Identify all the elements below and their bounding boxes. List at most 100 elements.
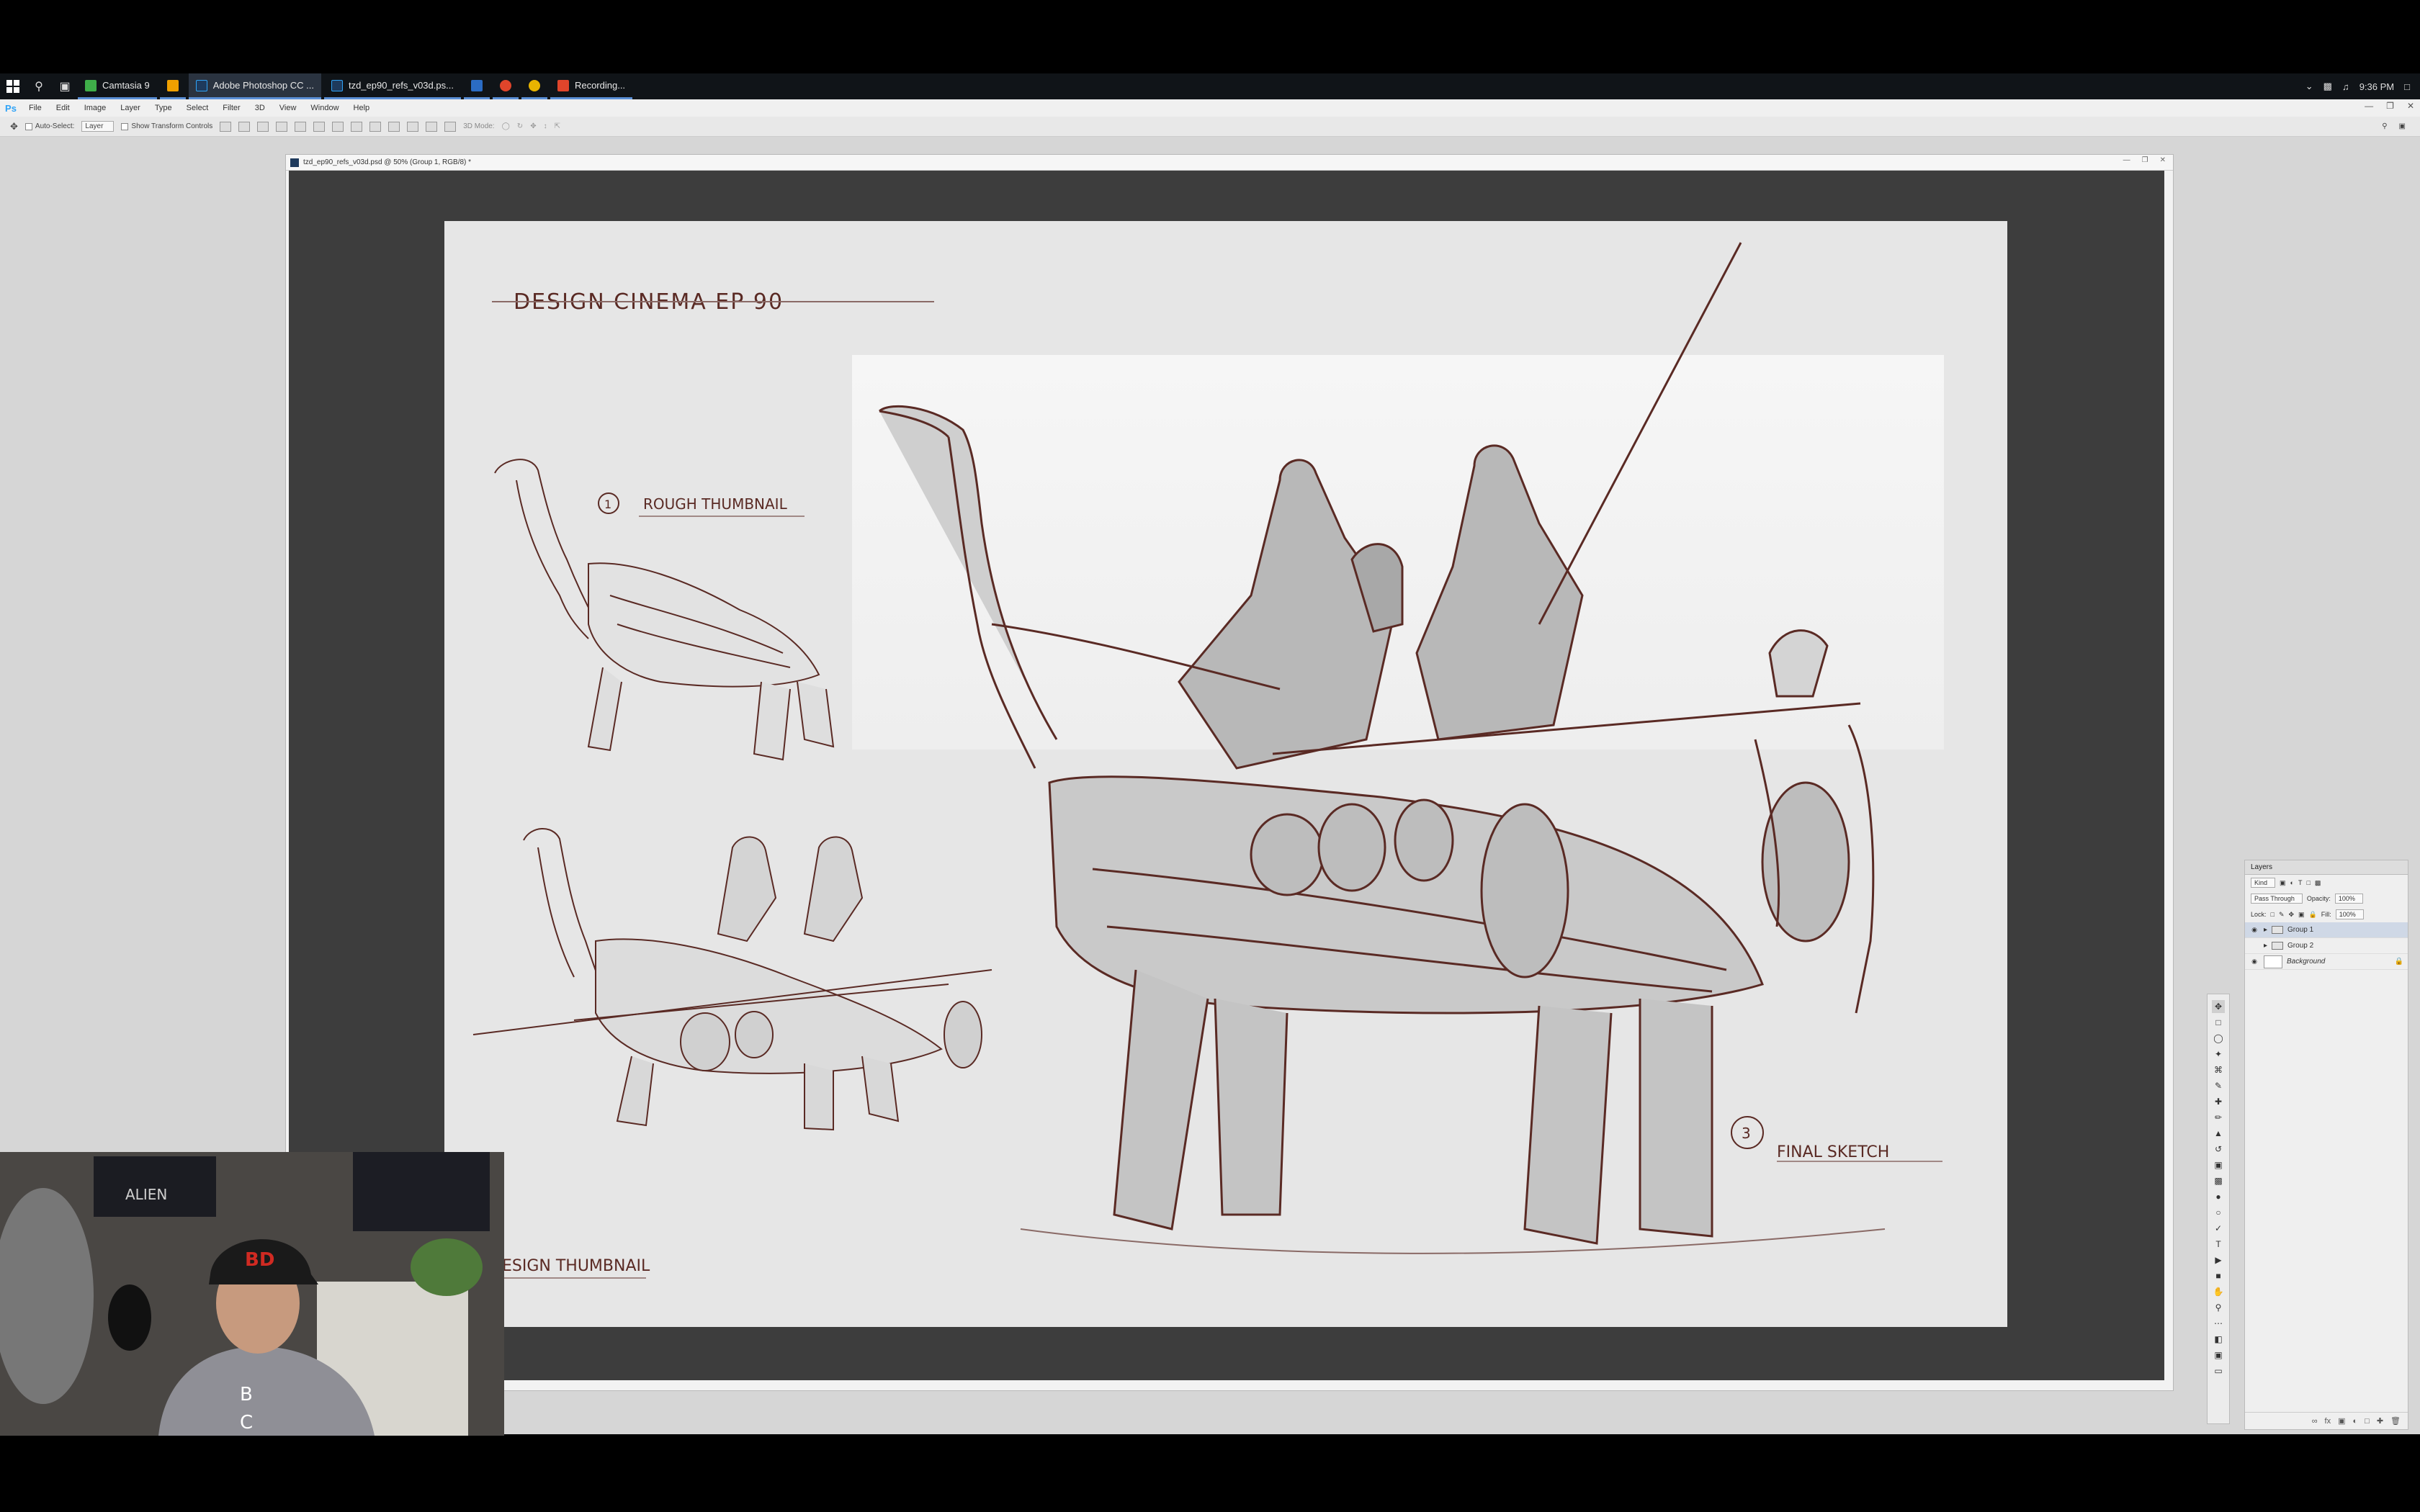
type-tool-icon[interactable]: T <box>2212 1238 2225 1251</box>
distribute-left-icon[interactable] <box>388 121 400 132</box>
new-layer-icon[interactable]: ✚ <box>2377 1416 2383 1426</box>
3d-scale-icon[interactable]: ⇱ <box>555 122 560 130</box>
menu-image[interactable]: Image <box>77 104 114 112</box>
taskbar-app-capture[interactable] <box>492 73 519 99</box>
kind-filter-dropdown[interactable]: Kind <box>2251 878 2276 888</box>
menu-type[interactable]: Type <box>148 104 179 112</box>
crop-tool-icon[interactable]: ⌘ <box>2212 1063 2225 1076</box>
minimize-icon[interactable]: — <box>2365 101 2373 111</box>
trash-icon[interactable]: 🗑 <box>2390 1416 2401 1426</box>
magic-wand-icon[interactable]: ✦ <box>2212 1048 2225 1061</box>
fill-field[interactable]: 100% <box>2335 909 2364 919</box>
path-select-icon[interactable]: ▶ <box>2212 1254 2225 1266</box>
filter-smart-icon[interactable]: ▩ <box>2315 879 2321 887</box>
move-tool-icon[interactable]: ✥ <box>10 121 18 132</box>
minimize-icon[interactable]: — <box>2123 156 2130 164</box>
taskbar-app-word[interactable] <box>463 73 490 99</box>
eye-icon[interactable]: ◉ <box>2249 958 2259 966</box>
network-icon[interactable]: ▩ <box>2323 81 2332 92</box>
lock-artboard-icon[interactable]: ▣ <box>2298 911 2305 919</box>
opacity-field[interactable]: 100% <box>2334 894 2363 904</box>
clock[interactable]: 9:36 PM <box>2360 81 2394 92</box>
history-brush-icon[interactable]: ↺ <box>2212 1143 2225 1156</box>
eye-icon[interactable]: ◉ <box>2249 926 2259 934</box>
lock-paint-icon[interactable]: ✎ <box>2279 911 2285 919</box>
expand-arrow-icon[interactable]: ▸ <box>2264 926 2267 934</box>
filter-pixel-icon[interactable]: ▣ <box>2280 879 2286 887</box>
taskbar-app-recording[interactable]: Recording... <box>550 73 633 99</box>
link-layers-icon[interactable]: ∞ <box>2312 1417 2318 1426</box>
distribute-right-icon[interactable] <box>426 121 438 132</box>
3d-pan-icon[interactable]: ✥ <box>530 122 536 130</box>
taskbar-app-photoshop[interactable]: Adobe Photoshop CC ... <box>188 73 321 99</box>
menu-file[interactable]: File <box>22 104 49 112</box>
lock-move-icon[interactable]: ✥ <box>2289 911 2295 919</box>
distribute-center-icon[interactable] <box>407 121 419 132</box>
distribute-bottom-icon[interactable] <box>369 121 382 132</box>
brush-tool-icon[interactable]: ✏ <box>2212 1111 2225 1124</box>
more-tools-icon[interactable]: ⋯ <box>2212 1317 2225 1330</box>
close-icon[interactable]: ✕ <box>2160 156 2166 164</box>
align-right-icon[interactable] <box>313 121 326 132</box>
layers-tab[interactable]: Layers <box>2245 860 2408 875</box>
task-view-icon[interactable]: ▣ <box>52 73 78 99</box>
shape-tool-icon[interactable]: ■ <box>2212 1269 2225 1282</box>
layer-row-group-2[interactable]: ▸ Group 2 <box>2245 938 2408 954</box>
adjustment-layer-icon[interactable]: ◐ <box>2353 1417 2358 1426</box>
menu-layer[interactable]: Layer <box>113 104 148 112</box>
new-group-icon[interactable]: □ <box>2365 1417 2370 1426</box>
eyedropper-icon[interactable]: ✎ <box>2212 1079 2225 1092</box>
lock-pixels-icon[interactable]: □ <box>2271 911 2275 918</box>
document-tab[interactable]: tzd_ep90_refs_v03d.psd @ 50% (Group 1, R… <box>286 155 2173 171</box>
quick-mask-icon[interactable]: ▣ <box>2212 1349 2225 1362</box>
move-tool-icon[interactable]: ✥ <box>2212 1000 2225 1013</box>
chevron-up-icon[interactable]: ⌄ <box>2305 81 2313 92</box>
layer-row-group-1[interactable]: ◉ ▸ Group 1 <box>2245 922 2408 938</box>
restore-icon[interactable]: ❐ <box>2386 101 2394 111</box>
menu-filter[interactable]: Filter <box>215 104 247 112</box>
start-button[interactable] <box>0 73 26 99</box>
taskbar-app-pinned[interactable] <box>159 73 186 99</box>
search-icon[interactable]: ⚲ <box>2382 122 2387 130</box>
3d-orbit-icon[interactable]: ◯ <box>502 122 510 130</box>
distribute-top-icon[interactable] <box>332 121 344 132</box>
lock-all-icon[interactable]: 🔒 <box>2309 911 2317 919</box>
auto-align-icon[interactable] <box>444 121 457 132</box>
layer-row-background[interactable]: ◉ Background 🔒 <box>2245 954 2408 970</box>
lasso-tool-icon[interactable]: ◯ <box>2212 1032 2225 1045</box>
gradient-tool-icon[interactable]: ▩ <box>2212 1174 2225 1187</box>
3d-roll-icon[interactable]: ↻ <box>517 122 523 130</box>
align-bottom-icon[interactable] <box>257 121 269 132</box>
align-top-icon[interactable] <box>220 121 232 132</box>
menu-window[interactable]: Window <box>303 104 346 112</box>
taskbar-app-psd-file[interactable]: tzd_ep90_refs_v03d.ps... <box>323 73 461 99</box>
filter-type-icon[interactable]: T <box>2298 879 2303 886</box>
marquee-tool-icon[interactable]: □ <box>2212 1016 2225 1029</box>
expand-arrow-icon[interactable]: ▸ <box>2264 942 2267 950</box>
taskbar-app-chrome[interactable] <box>521 73 547 99</box>
menu-3d[interactable]: 3D <box>248 104 272 112</box>
color-swatch-icon[interactable]: ◧ <box>2212 1333 2225 1346</box>
align-left-icon[interactable] <box>276 121 288 132</box>
hand-tool-icon[interactable]: ✋ <box>2212 1285 2225 1298</box>
stamp-tool-icon[interactable]: ▲ <box>2212 1127 2225 1140</box>
menu-help[interactable]: Help <box>346 104 377 112</box>
fx-icon[interactable]: fx <box>2325 1417 2331 1426</box>
pen-tool-icon[interactable]: ✓ <box>2212 1222 2225 1235</box>
close-icon[interactable]: ✕ <box>2407 101 2414 111</box>
taskbar-app-camtasia[interactable]: Camtasia 9 <box>78 73 157 99</box>
canvas[interactable]: DESIGN CINEMA EP 90 1 ROUGH THUMBNAIL ES… <box>444 221 2007 1327</box>
auto-select-checkbox[interactable]: Auto-Select: <box>24 122 74 130</box>
restore-icon[interactable]: ❐ <box>2142 156 2148 164</box>
dodge-tool-icon[interactable]: ○ <box>2212 1206 2225 1219</box>
blend-mode-dropdown[interactable]: Pass Through <box>2251 894 2303 904</box>
menu-view[interactable]: View <box>272 104 304 112</box>
filter-shape-icon[interactable]: □ <box>2306 879 2310 886</box>
menu-edit[interactable]: Edit <box>49 104 77 112</box>
align-middle-icon[interactable] <box>238 121 251 132</box>
3d-slide-icon[interactable]: ↕ <box>544 122 547 130</box>
menu-select[interactable]: Select <box>179 104 216 112</box>
workspace-icon[interactable]: ▣ <box>2399 122 2406 130</box>
distribute-middle-icon[interactable] <box>351 121 363 132</box>
healing-brush-icon[interactable]: ✚ <box>2212 1095 2225 1108</box>
